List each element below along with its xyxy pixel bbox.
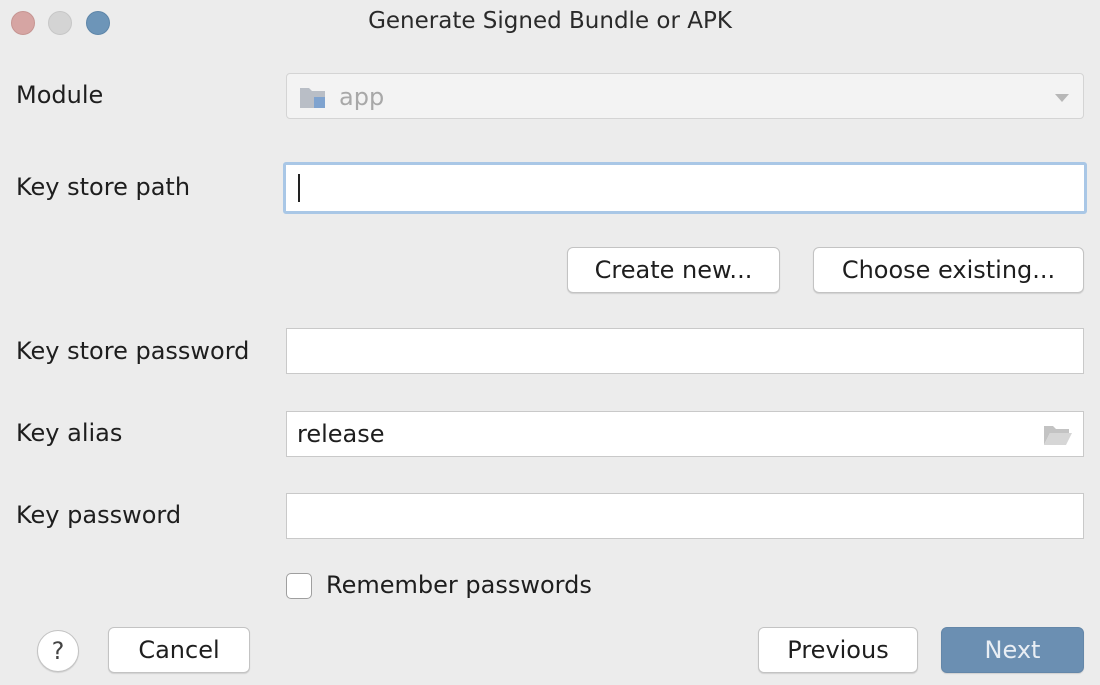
title-bar: Generate Signed Bundle or APK (0, 0, 1100, 46)
previous-button[interactable]: Previous (758, 627, 918, 673)
create-new-button[interactable]: Create new... (567, 247, 780, 293)
key-store-password-input[interactable] (286, 328, 1084, 374)
remember-passwords-label[interactable]: Remember passwords (326, 571, 592, 599)
key-password-input[interactable] (286, 493, 1084, 539)
module-value: app (339, 83, 385, 111)
choose-existing-button[interactable]: Choose existing... (813, 247, 1084, 293)
chevron-down-icon (1055, 94, 1069, 102)
window-title: Generate Signed Bundle or APK (368, 8, 732, 34)
module-select[interactable]: app (286, 73, 1084, 119)
key-store-path-input[interactable] (283, 162, 1087, 214)
folder-open-icon[interactable] (1043, 424, 1073, 446)
module-label: Module (16, 81, 104, 109)
next-button[interactable]: Next (941, 627, 1084, 673)
key-store-password-label: Key store password (16, 337, 250, 365)
key-password-label: Key password (16, 501, 182, 529)
text-caret (298, 174, 300, 202)
key-alias-label: Key alias (16, 419, 123, 447)
module-folder-icon (300, 88, 325, 108)
cancel-button[interactable]: Cancel (108, 627, 250, 673)
help-button[interactable]: ? (37, 630, 79, 672)
key-alias-input[interactable]: release (286, 411, 1084, 457)
key-alias-value: release (297, 420, 385, 448)
key-store-path-label: Key store path (16, 173, 191, 201)
remember-passwords-checkbox[interactable] (286, 573, 312, 599)
